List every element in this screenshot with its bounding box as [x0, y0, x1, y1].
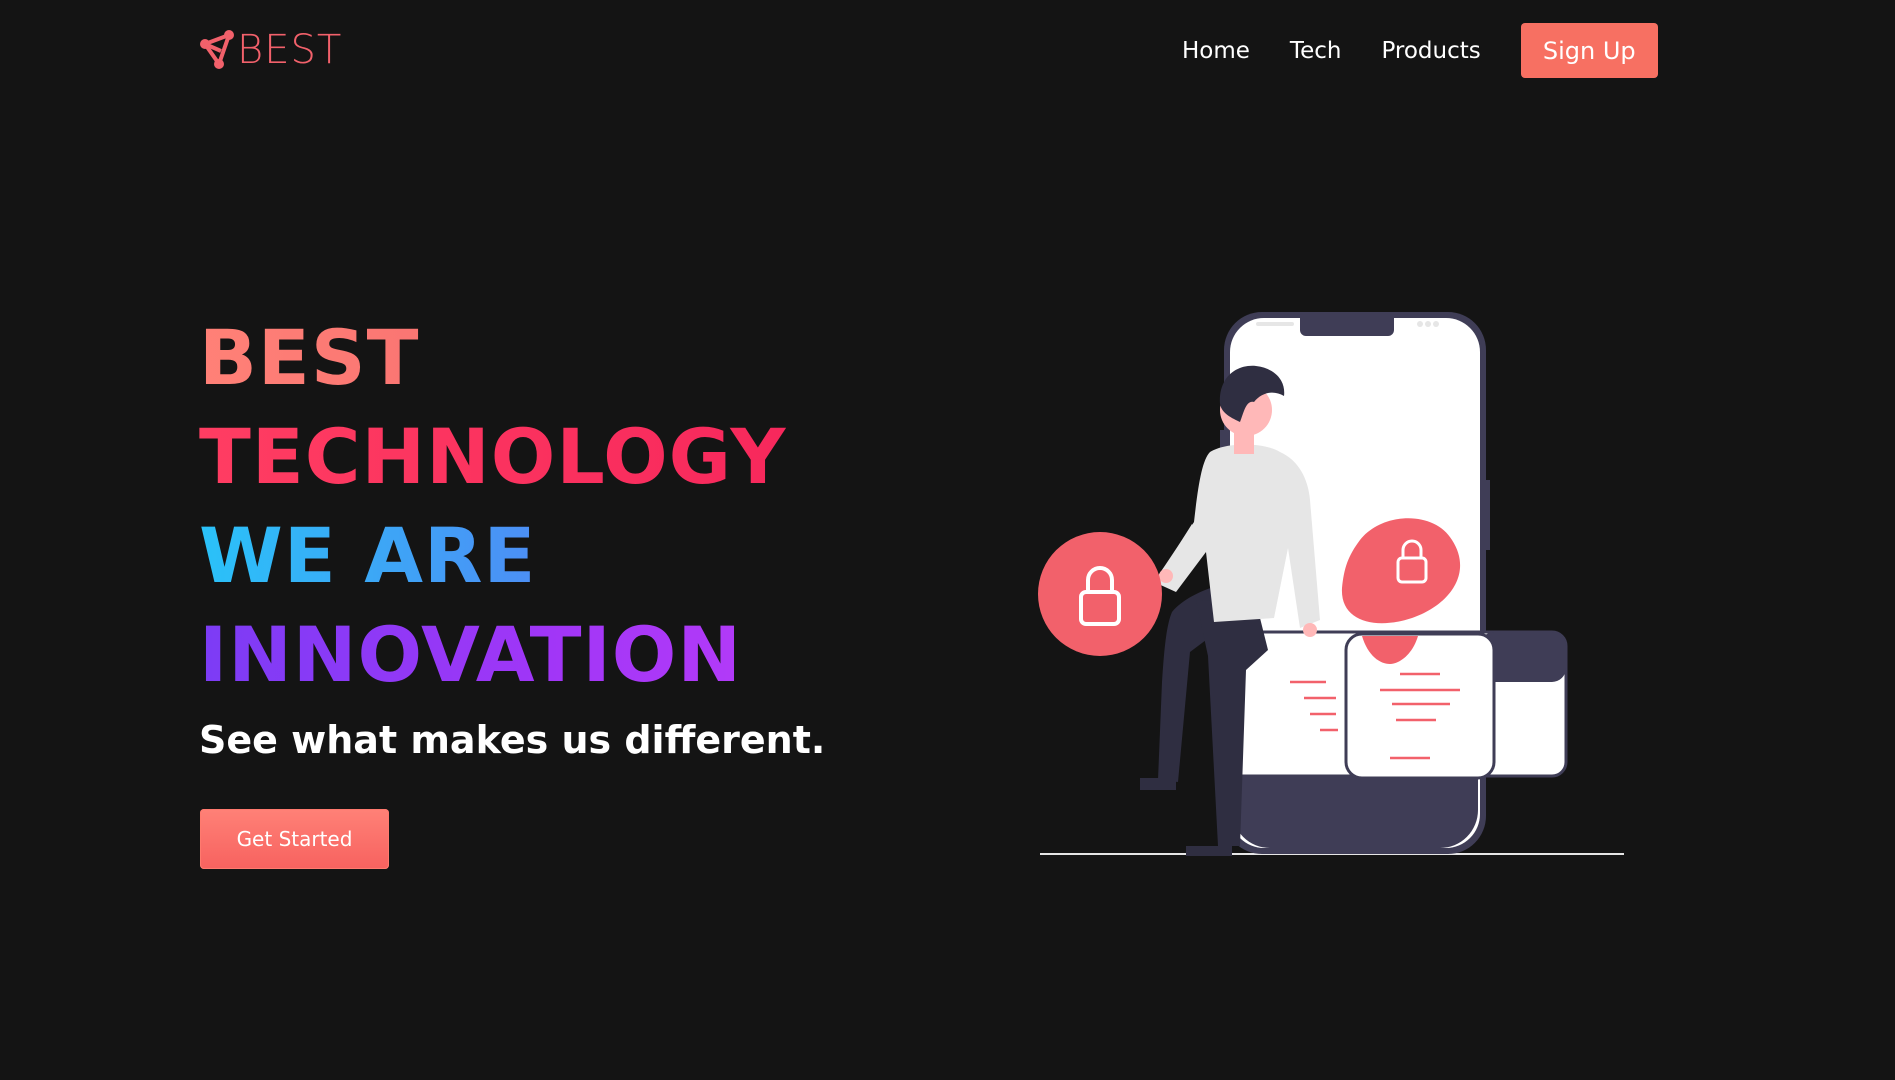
- card-front: [1344, 632, 1496, 780]
- get-started-button[interactable]: Get Started: [200, 809, 389, 869]
- nav-link-tech[interactable]: Tech: [1290, 38, 1342, 64]
- phone-notch: [1300, 318, 1394, 336]
- phone-speaker: [1256, 322, 1294, 326]
- hero-subtitle: See what makes us different.: [199, 718, 826, 762]
- person-with-phone-security-illustration: [1038, 312, 1624, 856]
- hero-line-technology: TECHNOLOGY: [199, 407, 786, 506]
- phone-lower-region: [1232, 770, 1478, 848]
- hero-line-innovation: INNOVATION: [199, 605, 786, 704]
- hero-heading: BEST TECHNOLOGY WE ARE INNOVATION: [199, 308, 786, 704]
- nav-menu: Home Tech Products Sign Up: [1162, 23, 1658, 78]
- sign-up-button[interactable]: Sign Up: [1520, 23, 1658, 78]
- brand-name: BEST: [237, 27, 343, 73]
- person-front-shoe: [1186, 846, 1232, 856]
- hero-line-we-are: WE ARE: [199, 506, 786, 605]
- logo-link[interactable]: BEST: [199, 27, 342, 73]
- person-back-shoe: [1140, 778, 1176, 790]
- navbar: BEST Home Tech Products Sign Up: [0, 0, 1895, 100]
- person-hand: [1159, 569, 1173, 583]
- hero-line-best: BEST: [199, 308, 786, 407]
- nav-link-products[interactable]: Products: [1381, 38, 1480, 64]
- nav-link-home[interactable]: Home: [1182, 38, 1250, 64]
- connected-nodes-icon: [200, 30, 234, 69]
